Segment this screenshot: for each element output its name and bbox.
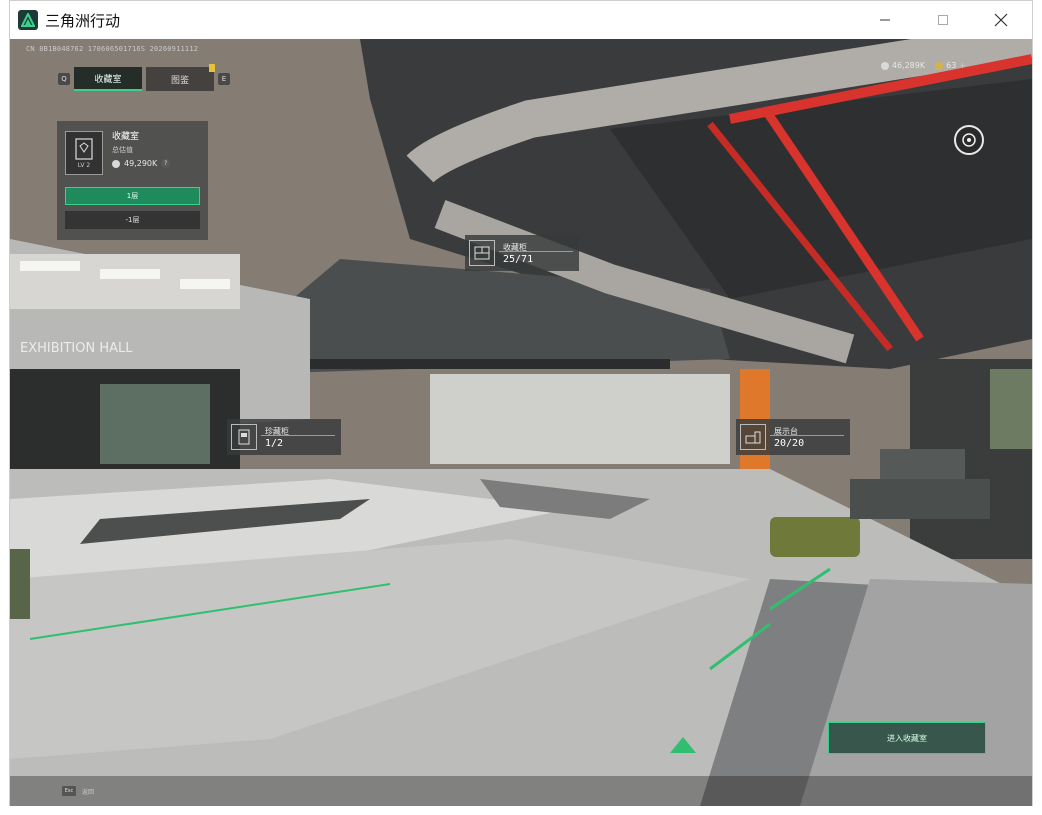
maximize-button[interactable]	[914, 1, 972, 39]
label-divider	[499, 251, 573, 252]
room-value-amount: 49,290K	[124, 159, 158, 168]
help-icon[interactable]: ?	[161, 159, 171, 168]
display-stand-icon	[740, 424, 766, 450]
showcase-icon	[75, 137, 93, 160]
label-divider	[261, 435, 335, 436]
room-name: 收藏室	[112, 132, 140, 142]
esc-text: 返回	[82, 788, 95, 796]
room-level: LV 2	[77, 161, 91, 169]
game-window: 三角洲行动 EXHIBITION HALL CN 8B1B048762 1706…	[9, 0, 1033, 806]
silver-coin-icon	[112, 159, 120, 168]
room-level-icon: LV 2	[65, 131, 103, 175]
add-currency-button[interactable]: +	[959, 61, 966, 70]
currency-display: 46,289K 63 +	[880, 61, 966, 70]
bottom-hint-bar: Esc 返回	[10, 776, 1032, 806]
treasure-cabinet-label[interactable]: 珍藏柜 1/2	[227, 419, 341, 455]
room-value-label: 总估值	[112, 146, 133, 154]
gold-currency: 63 +	[935, 61, 966, 70]
camera-view-button[interactable]	[954, 125, 984, 155]
notification-badge	[209, 64, 215, 72]
collection-cabinet-label[interactable]: 收藏柜 25/71	[465, 235, 579, 271]
tab-label: 图鉴	[170, 75, 189, 86]
esc-hint[interactable]: Esc 返回	[62, 786, 94, 796]
label-count: 1/2	[265, 437, 284, 449]
floor-1-button[interactable]: 1层	[65, 187, 200, 205]
close-button[interactable]	[972, 1, 1030, 39]
label-count: 25/71	[503, 253, 534, 265]
tab-prev-key[interactable]: Q	[58, 73, 70, 85]
silver-currency: 46,289K	[880, 61, 926, 70]
title-bar: 三角洲行动	[10, 1, 1032, 39]
treasure-icon	[231, 424, 257, 450]
floor-waypoint-icon	[670, 737, 696, 753]
cabinet-icon	[469, 240, 495, 266]
enter-collection-room-button[interactable]: 进入收藏室	[828, 722, 986, 754]
floor-minus-1-button[interactable]: -1层	[65, 211, 200, 229]
silver-amount: 46,289K	[891, 61, 926, 70]
window-title: 三角洲行动	[45, 11, 121, 30]
top-tabs: Q 收藏室 图鉴 E	[58, 64, 230, 91]
tab-catalog[interactable]: 图鉴	[146, 64, 215, 91]
display-stand-label[interactable]: 展示台 20/20	[736, 419, 850, 455]
gold-coin-icon	[935, 61, 944, 70]
tab-next-key[interactable]: E	[218, 73, 230, 85]
gold-amount: 63	[946, 61, 957, 70]
tab-collection-room[interactable]: 收藏室	[74, 67, 142, 91]
esc-key: Esc	[62, 786, 76, 796]
camera-icon	[962, 133, 976, 147]
minimize-button[interactable]	[856, 1, 914, 39]
room-value: 49,290K ?	[112, 159, 171, 168]
label-count: 20/20	[774, 437, 805, 449]
build-info-text: CN 8B1B048762 170606501716S 20260911112	[26, 45, 199, 53]
app-logo-icon	[18, 10, 38, 30]
silver-coin-icon	[880, 61, 889, 70]
collection-room-card: LV 2 收藏室 总估值 49,290K ? 1层 -1层	[57, 121, 208, 240]
tab-label: 收藏室	[94, 74, 122, 85]
label-divider	[770, 435, 844, 436]
exhibition-hall-sign: EXHIBITION HALL	[20, 341, 133, 356]
game-viewport[interactable]: EXHIBITION HALL CN 8B1B048762 1706065017…	[10, 39, 1032, 806]
